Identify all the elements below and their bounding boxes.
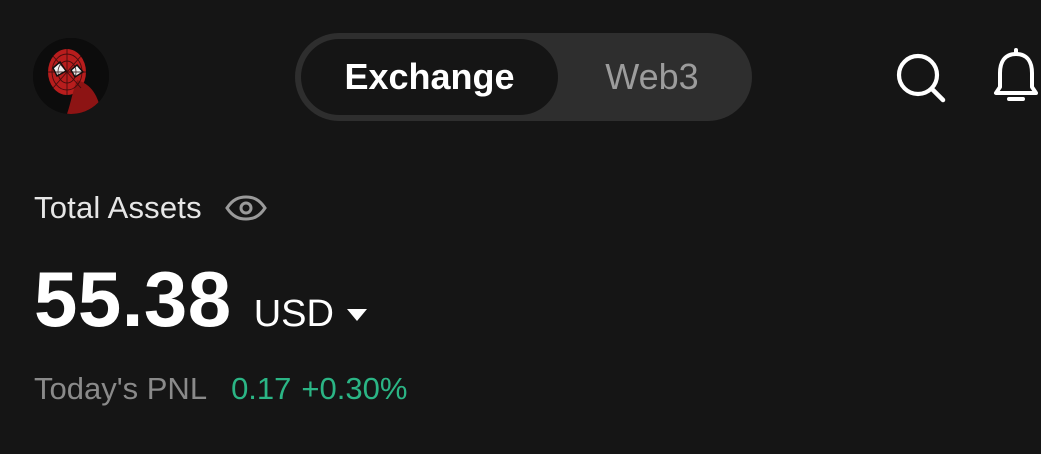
search-button[interactable] [891, 45, 949, 107]
total-assets-header: Total Assets [34, 190, 268, 226]
pnl-row: Today's PNL 0.17 +0.30% [34, 371, 407, 407]
eye-icon [225, 195, 267, 221]
total-assets-label: Total Assets [34, 190, 202, 225]
currency-label: USD [253, 293, 334, 335]
search-icon [896, 53, 946, 103]
balance-row: 55.38 USD [34, 254, 368, 350]
avatar[interactable] [33, 38, 109, 114]
tab-exchange[interactable]: Exchange [301, 39, 558, 115]
bell-icon [994, 48, 1038, 101]
tab-web3[interactable]: Web3 [558, 39, 746, 115]
caret-down-icon [346, 307, 368, 323]
pnl-percent: +0.30% [301, 371, 408, 406]
pnl-label: Today's PNL [34, 371, 208, 406]
spider-man-avatar-icon [33, 38, 109, 114]
notifications-button[interactable] [992, 45, 1041, 107]
total-assets-value: 55.38 [34, 255, 232, 343]
toggle-visibility-button[interactable] [224, 194, 268, 222]
currency-selector[interactable]: USD [254, 293, 368, 336]
exchange-web3-switch: Exchange Web3 [295, 33, 752, 121]
pnl-value: 0.17 [231, 371, 292, 406]
